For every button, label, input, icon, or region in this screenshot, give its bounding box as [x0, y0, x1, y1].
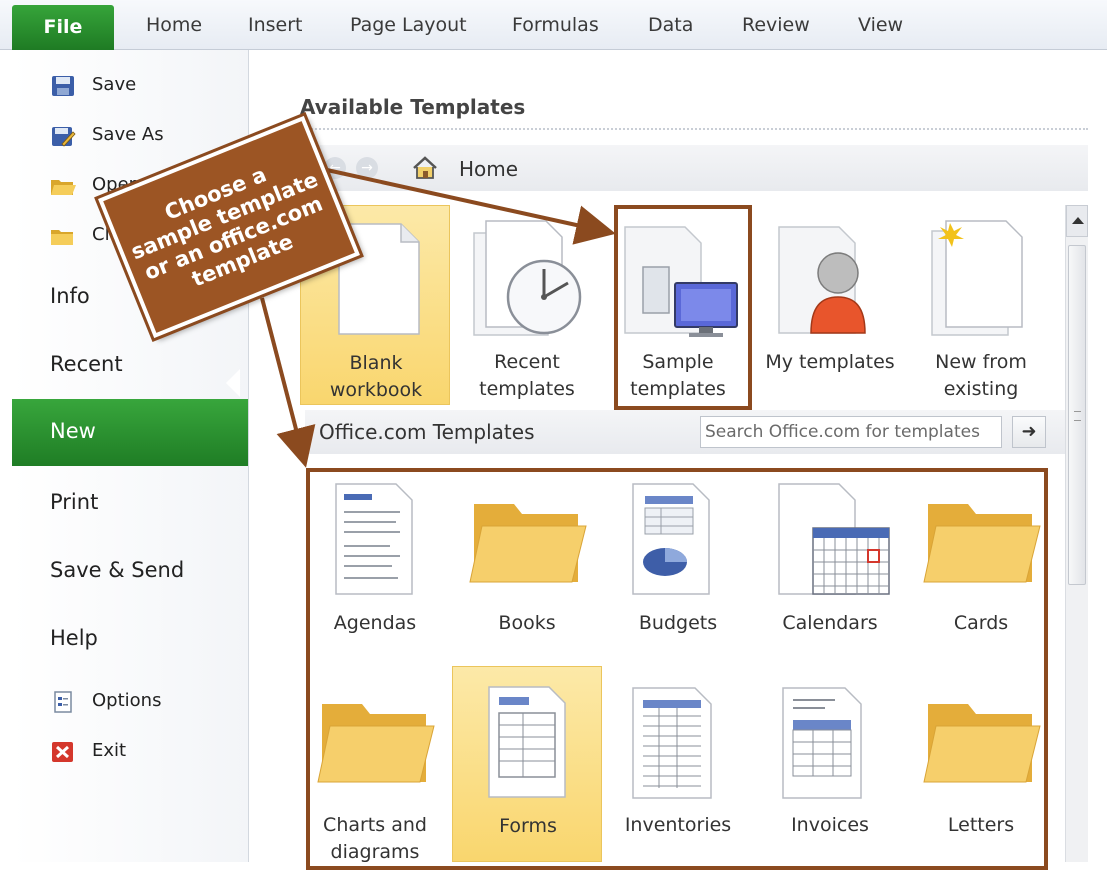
office-templates-title: Office.com Templates	[319, 420, 535, 444]
tab-formulas[interactable]: Formulas	[512, 14, 599, 36]
nav-help[interactable]: Help	[50, 626, 98, 650]
nav-new-pointer	[226, 369, 240, 397]
office-templates-highlight	[306, 468, 1048, 870]
title-divider	[300, 128, 1088, 130]
tab-view[interactable]: View	[858, 14, 903, 36]
sample-templates-highlight	[614, 205, 752, 410]
exit-icon	[52, 742, 73, 762]
office-templates-bar: Office.com Templates ➜	[305, 410, 1065, 454]
recent-templates-tile[interactable]: Recent templates	[452, 205, 602, 405]
close-folder-icon	[51, 230, 73, 245]
new-from-existing-caption-2: existing	[943, 378, 1019, 400]
new-from-existing-caption-1: New from	[935, 351, 1027, 373]
search-go-button[interactable]: ➜	[1012, 416, 1046, 448]
recent-templates-caption-1: Recent	[494, 351, 560, 373]
nav-print[interactable]: Print	[50, 490, 98, 514]
clock-document-icon	[473, 220, 582, 336]
tab-page-layout[interactable]: Page Layout	[350, 14, 467, 36]
save-label: Save	[92, 74, 137, 95]
breadcrumb-home[interactable]: Home	[459, 157, 518, 181]
nav-recent[interactable]: Recent	[50, 352, 123, 376]
available-templates-title: Available Templates	[300, 95, 526, 119]
home-icon[interactable]	[412, 156, 438, 180]
options-icon	[54, 691, 72, 713]
sparkle-document-icon	[931, 220, 1023, 336]
options-label: Options	[92, 690, 162, 711]
blank-workbook-caption-1: Blank	[349, 352, 403, 374]
office-template-search-input[interactable]	[700, 416, 1002, 448]
user-document-icon	[778, 226, 866, 334]
scroll-up-arrow-icon[interactable]	[1066, 205, 1088, 237]
recent-templates-caption-2: templates	[479, 378, 575, 400]
nav-new-label: New	[50, 419, 96, 443]
nav-info[interactable]: Info	[50, 284, 90, 308]
ribbon-tab-bar: File Home Insert Page Layout Formulas Da…	[0, 0, 1107, 51]
new-from-existing-tile[interactable]: New from existing	[906, 205, 1056, 405]
exit-label: Exit	[92, 740, 127, 761]
forward-button[interactable]: →	[356, 157, 378, 179]
scroll-thumb[interactable]	[1068, 245, 1086, 585]
nav-new[interactable]: New	[12, 399, 248, 466]
save-as-label: Save As	[92, 124, 164, 145]
my-templates-tile[interactable]: My templates	[755, 205, 905, 405]
save-as-icon	[52, 127, 76, 147]
save-icon	[52, 76, 74, 96]
open-folder-icon	[51, 180, 76, 195]
tab-review[interactable]: Review	[742, 14, 810, 36]
my-templates-caption-1: My templates	[765, 351, 895, 373]
vertical-scrollbar[interactable]	[1065, 205, 1088, 862]
tab-home[interactable]: Home	[146, 14, 202, 36]
template-breadcrumb-bar: ← → Home	[310, 145, 1088, 191]
scroll-grip-icon	[1074, 411, 1081, 421]
tab-file[interactable]: File	[12, 5, 114, 51]
tab-data[interactable]: Data	[648, 14, 693, 36]
blank-workbook-caption-2: workbook	[329, 379, 423, 401]
nav-save-send[interactable]: Save & Send	[50, 558, 184, 582]
tab-insert[interactable]: Insert	[248, 14, 303, 36]
